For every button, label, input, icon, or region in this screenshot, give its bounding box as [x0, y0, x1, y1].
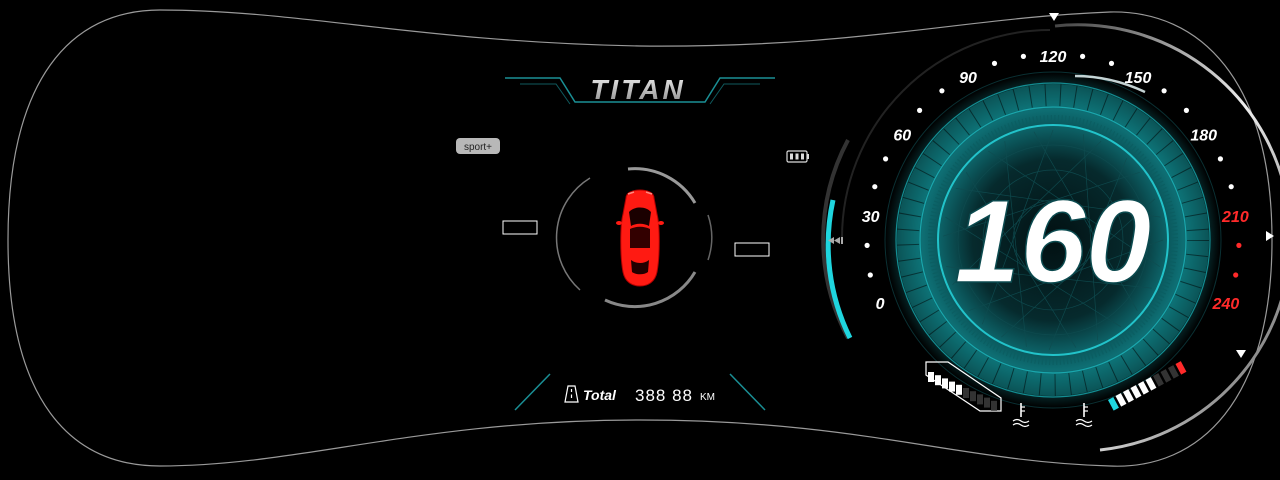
fuel-segment: [991, 400, 997, 411]
speed-tick-label: 0: [876, 296, 885, 313]
left-indicator-box: [502, 220, 538, 235]
speed-readout: 160: [955, 176, 1152, 308]
speed-tick-dot: [1217, 156, 1223, 162]
fuel-segment: [970, 391, 976, 402]
speed-tick-dot: [1108, 60, 1115, 66]
battery-icon: [786, 150, 809, 163]
fuel-segment: [977, 394, 983, 405]
right-indicator-box: [734, 242, 770, 257]
instrument-cluster: TITAN sport+ Total 388 88 KM 03060901201…: [7, 9, 1280, 467]
speed-tick-label: 150: [1125, 70, 1152, 87]
speed-tick-dot: [1233, 272, 1239, 278]
speed-tick-label: 120: [1040, 49, 1067, 66]
drive-mode-badge[interactable]: sport+: [456, 138, 500, 154]
fuel-segment: [984, 397, 990, 408]
odometer-unit: KM: [700, 392, 715, 403]
car-view: [502, 167, 770, 309]
brand-header: TITAN: [505, 74, 775, 105]
speed-tick-label: 30: [862, 209, 880, 226]
fuel-segment: [956, 384, 962, 395]
speed-tick-dot: [917, 107, 923, 113]
speed-tick-dot: [1080, 53, 1086, 60]
speed-tick-dot: [867, 272, 873, 278]
speed-tick-dot: [1020, 53, 1026, 60]
speed-tick-dot: [1183, 107, 1189, 113]
coolant-temp-icon: [1012, 403, 1030, 428]
speed-tick-label: 60: [893, 128, 911, 145]
fuel-segment: [928, 372, 934, 382]
brand-title: TITAN: [590, 74, 685, 105]
fuel-segment: [942, 378, 948, 389]
speed-tick-label: 90: [959, 70, 977, 87]
speed-tick-dot: [1228, 184, 1234, 190]
speed-tick-dot: [864, 242, 870, 248]
speed-tick-dot: [939, 88, 945, 94]
speed-tick-dot: [991, 60, 998, 66]
speed-tick-dot: [1161, 88, 1167, 94]
car-top-view-icon: [616, 189, 664, 287]
odometer: Total 388 88 KM: [514, 373, 766, 411]
speed-tick-dot: [1236, 242, 1242, 248]
road-icon: [564, 385, 579, 403]
speed-tick-label: 180: [1190, 128, 1217, 145]
speed-tick-dot: [872, 184, 878, 190]
odometer-value: 388 88: [635, 386, 693, 405]
speed-tick-dot: [883, 156, 889, 162]
speed-tick-label: 210: [1221, 209, 1249, 226]
fuel-segment: [963, 388, 969, 398]
fuel-segment: [949, 381, 955, 392]
odometer-label: Total: [583, 387, 617, 403]
fuel-segment: [935, 375, 941, 386]
drive-mode-label: sport+: [464, 142, 492, 153]
speedometer: 0 30 60 90 120 150 180 210 240 160: [821, 13, 1280, 452]
speed-tick-label: 240: [1212, 296, 1240, 313]
